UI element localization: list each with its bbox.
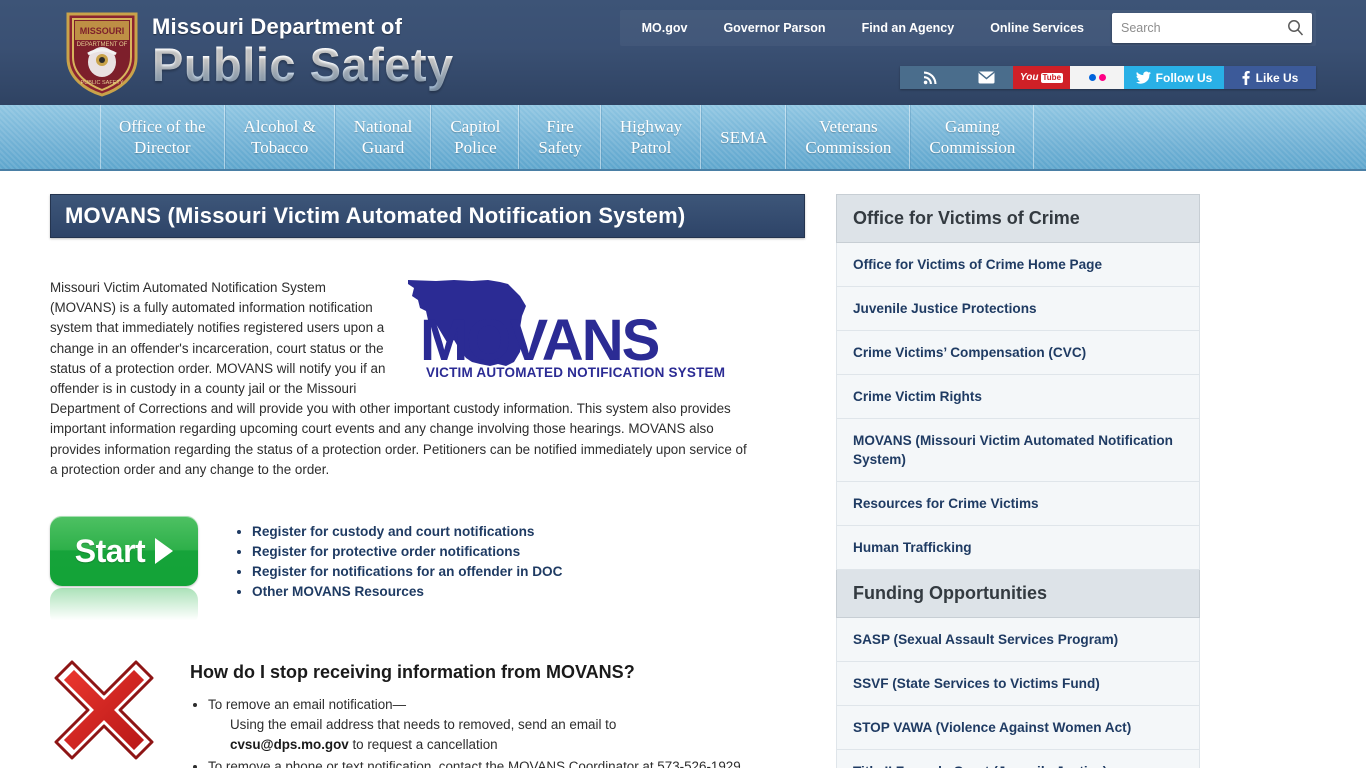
utility-nav: MO.gov Governor Parson Find an Agency On…	[619, 10, 1316, 46]
site-brand[interactable]: Missouri Department of Public Safety	[152, 14, 454, 91]
right-sidebar: Office for Victims of Crime Office for V…	[836, 171, 1200, 768]
main-content: MOVANS (Missouri Victim Automated Notifi…	[50, 171, 810, 768]
stop-bullet-email-sub-b-wrap: cvsu@dps.mo.gov to request a cancellatio…	[230, 735, 790, 755]
sidebar-item-resources[interactable]: Resources for Crime Victims	[836, 482, 1200, 526]
sidebar-item-ovc-home[interactable]: Office for Victims of Crime Home Page	[836, 243, 1200, 287]
sidebar-item-title-ii[interactable]: Title II Formula Grant (Juvenile Justice…	[836, 750, 1200, 768]
nav-item-alcohol-tobacco[interactable]: Alcohol & Tobacco	[224, 105, 335, 169]
stop-bullet-phone: To remove a phone or text notification, …	[208, 757, 790, 768]
twitter-bird-icon	[1135, 71, 1151, 84]
email-icon[interactable]	[960, 66, 1013, 89]
start-row: Start Register for custody and court not…	[50, 516, 810, 627]
start-link-doc-offender[interactable]: Register for notifications for an offend…	[252, 562, 562, 582]
nav-item-office-of-the-director[interactable]: Office of the Director	[100, 105, 225, 169]
youtube-label: You	[1019, 72, 1039, 83]
site-header: MISSOURI DEPARTMENT OF PUBLIC SAFETY Mis…	[0, 0, 1366, 105]
sidebar-item-juvenile-justice[interactable]: Juvenile Justice Protections	[836, 287, 1200, 331]
play-triangle-icon	[155, 538, 174, 565]
brand-line-1: Missouri Department of	[152, 14, 403, 39]
nav-item-capitol-police[interactable]: Capitol Police	[431, 105, 520, 169]
dps-seal-icon: MISSOURI DEPARTMENT OF PUBLIC SAFETY	[62, 10, 142, 98]
facebook-label: Like Us	[1255, 70, 1299, 85]
nav-item-sema[interactable]: SEMA	[701, 105, 787, 169]
util-link-governor[interactable]: Governor Parson	[705, 10, 843, 46]
intro-block: MOVANS VICTIM AUTOMATED NOTIFICATION SYS…	[50, 278, 750, 480]
search-icon[interactable]	[1287, 19, 1304, 36]
util-link-online-services[interactable]: Online Services	[972, 10, 1102, 46]
stop-bullet-email: To remove an email notification— Using t…	[208, 695, 790, 755]
facebook-like-button[interactable]: Like Us	[1224, 66, 1316, 89]
sidebar-item-cvc[interactable]: Crime Victims’ Compensation (CVC)	[836, 331, 1200, 375]
flickr-dot-blue	[1088, 74, 1096, 81]
search-input[interactable]	[1112, 14, 1312, 42]
start-link-custody-court[interactable]: Register for custody and court notificat…	[252, 522, 562, 542]
sidebar-item-human-trafficking[interactable]: Human Trafficking	[836, 526, 1200, 570]
flickr-dot-pink	[1098, 74, 1106, 81]
svg-text:VICTIM AUTOMATED NOTIFICATION: VICTIM AUTOMATED NOTIFICATION SYSTEM	[426, 365, 725, 380]
youtube-icon[interactable]: You Tube	[1013, 66, 1070, 89]
sidebar-section-title-funding: Funding Opportunities	[836, 570, 1200, 618]
start-button-reflection	[50, 588, 198, 627]
nav-item-fire-safety[interactable]: Fire Safety	[519, 105, 601, 169]
movans-logo-icon: MOVANS VICTIM AUTOMATED NOTIFICATION SYS…	[402, 278, 750, 383]
start-button[interactable]: Start	[50, 516, 198, 587]
start-link-protective-order[interactable]: Register for protective order notificati…	[252, 542, 562, 562]
svg-text:MOVANS: MOVANS	[420, 308, 659, 373]
sidebar-section-title-victims: Office for Victims of Crime	[836, 194, 1200, 243]
nav-item-national-guard[interactable]: National Guard	[334, 105, 432, 169]
stop-bullet-email-main: To remove an email notification—	[208, 697, 406, 713]
sidebar-item-stop-vawa[interactable]: STOP VAWA (Violence Against Women Act)	[836, 706, 1200, 750]
cvsu-email-link[interactable]: cvsu@dps.mo.gov	[230, 737, 349, 752]
svg-text:MISSOURI: MISSOURI	[80, 26, 125, 36]
flickr-icon[interactable]	[1070, 66, 1124, 89]
social-bar: You Tube Follow Us Like Us	[900, 66, 1316, 89]
start-button-wrap: Start	[50, 516, 200, 627]
svg-text:PUBLIC SAFETY: PUBLIC SAFETY	[81, 80, 124, 86]
sidebar-item-ssvf[interactable]: SSVF (State Services to Victims Fund)	[836, 662, 1200, 706]
twitter-follow-button[interactable]: Follow Us	[1124, 66, 1224, 89]
stop-section: How do I stop receiving information from…	[50, 656, 810, 768]
stop-body: How do I stop receiving information from…	[190, 656, 790, 768]
sidebar-item-sasp[interactable]: SASP (Sexual Assault Services Program)	[836, 618, 1200, 662]
stop-bullet-email-sub-b: to request a cancellation	[348, 737, 498, 753]
nav-item-highway-patrol[interactable]: Highway Patrol	[600, 105, 702, 169]
start-links-list: Register for custody and court notificat…	[234, 522, 562, 602]
util-link-find-agency[interactable]: Find an Agency	[844, 10, 973, 46]
brand-line-2: Public Safety	[152, 38, 454, 91]
nav-item-gaming-commission[interactable]: Gaming Commission	[910, 105, 1035, 169]
red-x-icon	[50, 656, 162, 761]
main-navigation: Office of the Director Alcohol & Tobacco…	[0, 105, 1366, 171]
start-link-other-resources[interactable]: Other MOVANS Resources	[252, 582, 562, 602]
util-link-mo-gov[interactable]: MO.gov	[624, 10, 706, 46]
nav-item-veterans-commission[interactable]: Veterans Commission	[786, 105, 911, 169]
stop-bullet-list: To remove an email notification— Using t…	[190, 695, 790, 768]
start-button-label: Start	[74, 532, 146, 569]
sidebar-item-movans[interactable]: MOVANS (Missouri Victim Automated Notifi…	[836, 419, 1200, 482]
page-wrapper: MOVANS (Missouri Victim Automated Notifi…	[50, 171, 1316, 768]
youtube-badge: Tube	[1040, 72, 1064, 83]
stop-bullet-email-sub-a: Using the email address that needs to re…	[230, 717, 617, 733]
rss-icon[interactable]	[900, 66, 960, 89]
search-box[interactable]	[1112, 13, 1312, 43]
facebook-f-icon	[1242, 70, 1250, 85]
sidebar-item-crime-victim-rights[interactable]: Crime Victim Rights	[836, 375, 1200, 419]
page-title: MOVANS (Missouri Victim Automated Notifi…	[50, 194, 805, 238]
twitter-label: Follow Us	[1155, 70, 1213, 85]
stop-heading: How do I stop receiving information from…	[190, 662, 635, 683]
